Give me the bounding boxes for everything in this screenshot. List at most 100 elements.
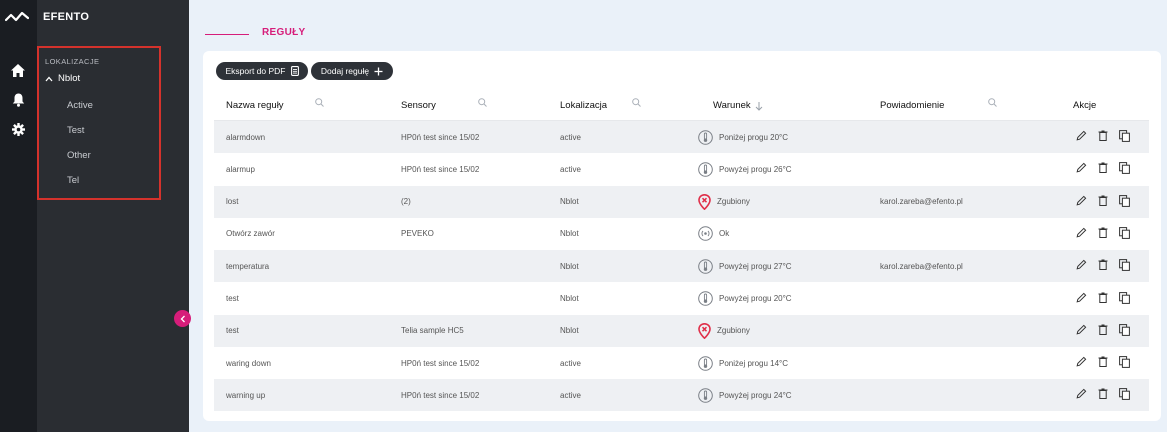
title-accent-line (205, 34, 249, 35)
copy-icon[interactable] (1119, 226, 1130, 239)
edit-pencil-icon[interactable] (1076, 324, 1087, 336)
delete-trash-icon[interactable] (1098, 195, 1108, 207)
row-actions (1076, 291, 1130, 304)
edit-pencil-icon[interactable] (1076, 130, 1087, 142)
rule-name: warning up (226, 390, 266, 400)
delete-trash-icon[interactable] (1098, 324, 1108, 336)
locations-panel: LOKALIZACJE Nblot Active Test Other Tel (37, 46, 161, 200)
rule-condition: Ok (698, 218, 729, 250)
copy-icon[interactable] (1119, 356, 1130, 368)
copy-icon[interactable] (1119, 323, 1130, 336)
copy-icon[interactable] (1119, 194, 1130, 207)
collapse-sidebar-button[interactable] (174, 310, 191, 327)
table-row[interactable]: test Telia sample HC5 Nblot Zgubiony (214, 314, 1149, 347)
rule-name: waring down (226, 358, 271, 368)
add-rule-label: Dodaj regułę (320, 66, 370, 76)
table-row[interactable]: test Nblot Powyżej progu 20°C (214, 283, 1149, 315)
edit-pencil-icon[interactable] (1076, 259, 1087, 271)
column-header-condition[interactable]: Warunek (713, 100, 763, 111)
bell-icon[interactable] (10, 92, 26, 108)
table-row[interactable]: waring down HP0ń test since 15/02 active Po… (214, 347, 1149, 379)
edit-pencil-icon[interactable] (1076, 292, 1087, 304)
copy-icon[interactable] (1119, 162, 1130, 175)
location-root[interactable]: Nblot (45, 73, 80, 84)
rule-condition: Powyżej progu 26°C (698, 153, 792, 185)
copy-icon[interactable] (1119, 291, 1130, 304)
table-row[interactable]: Otwórz zawór PEVEKO Nblot Ok (214, 218, 1149, 250)
rule-condition: Powyżej progu 27°C (698, 250, 792, 282)
location-item-tel[interactable]: Tel (67, 175, 79, 186)
rule-location: active (560, 132, 581, 142)
copy-icon[interactable] (1119, 259, 1130, 272)
export-pdf-button[interactable]: Eksport do PDF (216, 62, 308, 80)
delete-trash-icon[interactable] (1098, 259, 1108, 271)
column-header-name[interactable]: Nazwa reguły (226, 100, 284, 111)
delete-trash-icon[interactable] (1098, 130, 1108, 142)
rule-sensors: (2) (401, 197, 411, 207)
edit-pencil-icon[interactable] (1076, 195, 1087, 207)
edit-pencil-icon[interactable] (1076, 388, 1087, 400)
row-actions (1076, 194, 1130, 207)
delete-trash-icon[interactable] (1098, 356, 1108, 368)
column-header-condition-label: Warunek (713, 100, 751, 111)
row-actions (1076, 259, 1130, 272)
gear-icon[interactable] (10, 121, 26, 137)
delete-trash-icon[interactable] (1098, 388, 1108, 400)
row-actions (1076, 226, 1130, 239)
delete-trash-icon[interactable] (1098, 292, 1108, 304)
lost-pin-icon (698, 193, 711, 210)
copy-icon[interactable] (1119, 130, 1130, 142)
location-item-test[interactable]: Test (67, 125, 84, 136)
search-icon[interactable] (315, 98, 324, 107)
export-pdf-label: Eksport do PDF (225, 66, 286, 76)
table-row[interactable]: alarmdown HP0ń test since 15/02 active Poni… (214, 121, 1149, 153)
rule-name: alarmup (226, 164, 255, 174)
row-actions (1076, 323, 1130, 336)
column-header-notification[interactable]: Powiadomienie (880, 100, 944, 111)
rule-sensors: HP0ń test since 15/02 (401, 390, 480, 400)
rule-sensors: HP0ń test since 15/02 (401, 132, 480, 142)
brand[interactable]: EFENTO (0, 0, 189, 34)
search-icon[interactable] (988, 98, 997, 107)
rule-location: active (560, 164, 581, 174)
sort-arrow-down-icon[interactable] (755, 101, 763, 111)
edit-pencil-icon[interactable] (1076, 227, 1087, 239)
location-item-active[interactable]: Active (67, 100, 93, 111)
copy-icon[interactable] (1119, 388, 1130, 401)
edit-pencil-icon[interactable] (1076, 356, 1087, 368)
table-row[interactable]: warning up HP0ń test since 15/02 active Pow… (214, 379, 1149, 412)
table-row[interactable]: temperatura Nblot Powyżej progu 27°C karol.… (214, 250, 1149, 283)
efento-logo-icon (5, 11, 29, 22)
rule-notification: karol.zareba@efento.pl (880, 197, 963, 207)
table-row[interactable]: lost (2) Nblot Zgubiony karol.zareba@efento.… (214, 185, 1149, 218)
search-icon[interactable] (632, 98, 641, 107)
column-header-name-label: Nazwa reguły (226, 100, 284, 111)
rule-location: active (560, 358, 581, 368)
rule-location: Nblot (560, 197, 579, 207)
column-header-sensors[interactable]: Sensory (401, 100, 436, 111)
location-item-other[interactable]: Other (67, 150, 91, 161)
rule-notification: karol.zareba@efento.pl (880, 261, 963, 271)
rule-condition: Poniżej progu 14°C (698, 347, 788, 379)
rule-condition-label: Powyżej progu 26°C (719, 164, 792, 174)
rule-condition: Zgubiony (698, 186, 750, 218)
search-icon[interactable] (478, 98, 487, 107)
column-header-location[interactable]: Lokalizacja (560, 100, 607, 111)
row-actions (1076, 130, 1130, 142)
delete-trash-icon[interactable] (1098, 227, 1108, 239)
rule-name: lost (226, 197, 239, 207)
rule-condition-label: Poniżej progu 20°C (719, 132, 789, 142)
page-title: REGUŁY (262, 27, 306, 38)
delete-trash-icon[interactable] (1098, 162, 1108, 174)
home-icon[interactable] (10, 62, 26, 78)
location-root-label: Nblot (58, 73, 81, 84)
table-row[interactable]: alarmup HP0ń test since 15/02 active Powyże… (214, 153, 1149, 185)
rule-condition-label: Poniżej progu 14°C (719, 358, 789, 368)
rule-sensors: HP0ń test since 15/02 (401, 164, 480, 174)
rule-condition-label: Ok (719, 229, 730, 239)
rule-condition: Powyżej progu 24°C (698, 379, 792, 411)
add-rule-button[interactable]: Dodaj regułę (311, 62, 393, 80)
rule-condition-label: Powyżej progu 24°C (719, 390, 792, 400)
lost-pin-icon (698, 322, 711, 339)
edit-pencil-icon[interactable] (1076, 162, 1087, 174)
